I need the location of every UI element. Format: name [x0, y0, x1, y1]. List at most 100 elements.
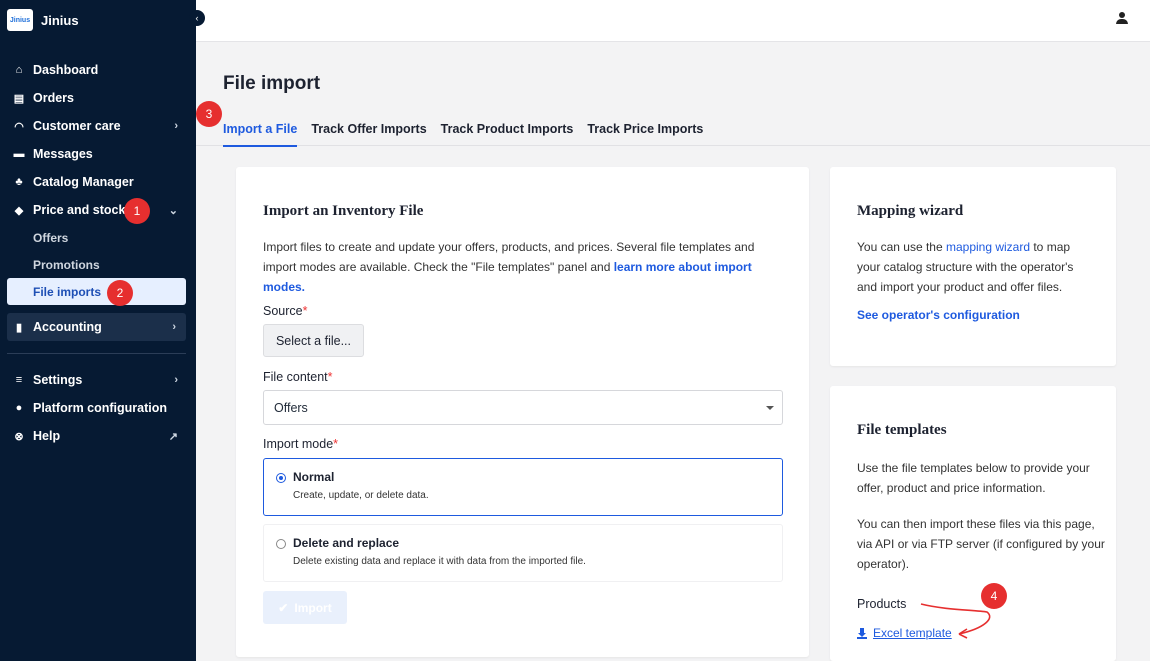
- option-description: Create, update, or delete data.: [293, 490, 429, 501]
- sidebar-item-orders[interactable]: ▤ Orders: [0, 84, 196, 112]
- app-name: Jinius: [41, 12, 79, 28]
- tab-bar: Import a File Track Offer Imports Track …: [223, 122, 703, 147]
- annotation-badge-1: 1: [124, 198, 150, 224]
- sidebar-item-label: Help: [33, 429, 61, 443]
- sidebar-item-customer-care[interactable]: ◠ Customer care ›: [0, 112, 196, 140]
- radio-normal[interactable]: [276, 473, 286, 483]
- tab-track-offer-imports[interactable]: Track Offer Imports: [311, 122, 426, 147]
- sidebar-subitem-offers[interactable]: Offers: [0, 224, 196, 251]
- option-description: Delete existing data and replace it with…: [293, 556, 586, 567]
- import-mode-normal-option[interactable]: Normal Create, update, or delete data.: [263, 458, 783, 516]
- sidebar-item-label: Price and stock: [33, 203, 126, 217]
- tab-track-product-imports[interactable]: Track Product Imports: [441, 122, 574, 147]
- sidebar-divider: [7, 353, 186, 354]
- sidebar-item-accounting[interactable]: ▮ Accounting ›: [7, 313, 186, 341]
- sidebar-item-help[interactable]: ⊗ Help ↗: [0, 422, 196, 450]
- page-title: File import: [223, 73, 321, 94]
- products-label: Products: [857, 597, 907, 611]
- import-inventory-card: Import an Inventory File Import files to…: [236, 167, 809, 657]
- app-logo: Jinius: [7, 9, 33, 31]
- sidebar: Jinius Jinius ⌂ Dashboard ▤ Orders ◠ Cus…: [0, 0, 196, 661]
- card-title: Mapping wizard: [857, 203, 964, 219]
- chevron-right-icon: ›: [174, 120, 178, 132]
- sidebar-item-messages[interactable]: ▬ Messages: [0, 140, 196, 168]
- mapping-wizard-card: Mapping wizard You can use the mapping w…: [830, 167, 1116, 366]
- file-content-select[interactable]: Offers: [263, 390, 783, 425]
- sidebar-item-platform-configuration[interactable]: ● Platform configuration: [0, 394, 196, 422]
- mapping-wizard-link[interactable]: mapping wizard: [946, 240, 1030, 254]
- sidebar-item-settings[interactable]: ≡ Settings ›: [0, 366, 196, 394]
- mapping-description: You can use the mapping wizard to map yo…: [857, 237, 1092, 297]
- tag-icon: ◆: [14, 204, 24, 217]
- sidebar-item-price-and-stock[interactable]: ◆ Price and stock ⌄: [0, 196, 196, 224]
- card-title: Import an Inventory File: [263, 203, 424, 219]
- import-mode-label: Import mode*: [263, 437, 338, 451]
- brand[interactable]: Jinius Jinius: [0, 0, 196, 40]
- import-description: Import files to create and update your o…: [263, 237, 788, 297]
- file-content-label: File content*: [263, 370, 333, 384]
- clipboard-icon: ▤: [13, 92, 25, 105]
- sidebar-subitem-label: File imports: [33, 284, 102, 299]
- document-icon: ▮: [15, 321, 23, 334]
- file-content-label-text: File content: [263, 370, 328, 384]
- page-header: File import Import a File Track Offer Im…: [196, 42, 1150, 147]
- chevron-right-icon: ›: [174, 374, 178, 386]
- info-icon: ●: [15, 402, 23, 414]
- check-icon: ✔: [278, 600, 289, 615]
- sidebar-subitem-promotions[interactable]: Promotions: [0, 251, 196, 278]
- templates-paragraph-1: Use the file templates below to provide …: [857, 461, 1090, 495]
- required-mark: *: [302, 304, 308, 318]
- option-title: Delete and replace: [293, 536, 400, 550]
- import-mode-replace-option[interactable]: Delete and replace Delete existing data …: [263, 524, 783, 582]
- source-label: Source*: [263, 304, 307, 318]
- mapping-text: You can use the: [857, 240, 946, 254]
- help-icon: ⊗: [14, 430, 24, 443]
- home-icon: ⌂: [15, 64, 23, 76]
- sidebar-item-label: Customer care: [33, 119, 121, 133]
- file-content-value: Offers: [274, 400, 308, 415]
- message-icon: ▬: [13, 148, 25, 160]
- sidebar-item-dashboard[interactable]: ⌂ Dashboard: [0, 56, 196, 84]
- sidebar-item-label: Messages: [33, 147, 93, 161]
- import-mode-label-text: Import mode: [263, 437, 334, 451]
- required-mark: *: [333, 437, 339, 451]
- required-mark: *: [327, 370, 333, 384]
- user-icon[interactable]: [1116, 12, 1128, 26]
- top-bar: [196, 0, 1150, 42]
- templates-paragraph-2: You can then import these files via this…: [857, 517, 1105, 571]
- sidebar-item-label: Settings: [33, 373, 83, 387]
- sidebar-item-label: Catalog Manager: [33, 175, 134, 189]
- sidebar-subitem-file-imports[interactable]: File imports: [7, 278, 186, 305]
- annotation-badge-2: 2: [107, 280, 133, 306]
- sidebar-nav: ⌂ Dashboard ▤ Orders ◠ Customer care › ▬…: [0, 56, 196, 341]
- option-title: Normal: [293, 470, 335, 484]
- tab-import-a-file[interactable]: Import a File: [223, 122, 298, 147]
- radio-delete-replace[interactable]: [276, 539, 286, 549]
- select-file-button[interactable]: Select a file...: [263, 324, 364, 357]
- sidebar-item-catalog-manager[interactable]: ♣ Catalog Manager: [0, 168, 196, 196]
- download-icon: [857, 627, 867, 639]
- source-label-text: Source: [263, 304, 303, 318]
- sidebar-collapse-button[interactable]: ‹: [189, 10, 205, 26]
- tab-track-price-imports[interactable]: Track Price Imports: [587, 122, 703, 147]
- sidebar-subitem-label: Offers: [33, 230, 69, 245]
- chevron-right-icon: ›: [172, 321, 176, 333]
- sidebar-item-label: Dashboard: [33, 63, 99, 77]
- sidebar-subitem-label: Promotions: [33, 257, 100, 272]
- sidebar-item-label: Platform configuration: [33, 401, 168, 415]
- import-button[interactable]: ✔ Import: [263, 591, 347, 624]
- sidebar-nav-secondary: ≡ Settings › ● Platform configuration ⊗ …: [0, 366, 196, 450]
- chevron-down-icon: ⌄: [168, 204, 178, 217]
- see-operator-configuration-link[interactable]: See operator's configuration: [857, 308, 1020, 322]
- import-button-label: Import: [294, 600, 332, 615]
- annotation-arrow: [920, 603, 991, 639]
- card-title: File templates: [857, 422, 947, 438]
- sliders-icon: ≡: [15, 374, 23, 386]
- headset-icon: ◠: [14, 120, 24, 133]
- sidebar-item-label: Orders: [33, 91, 74, 105]
- annotation-badge-3: 3: [196, 101, 222, 127]
- catalog-icon: ♣: [15, 176, 23, 188]
- external-link-icon: ↗: [168, 430, 178, 443]
- sidebar-item-label: Accounting: [33, 320, 102, 334]
- caret-down-icon: [766, 406, 774, 410]
